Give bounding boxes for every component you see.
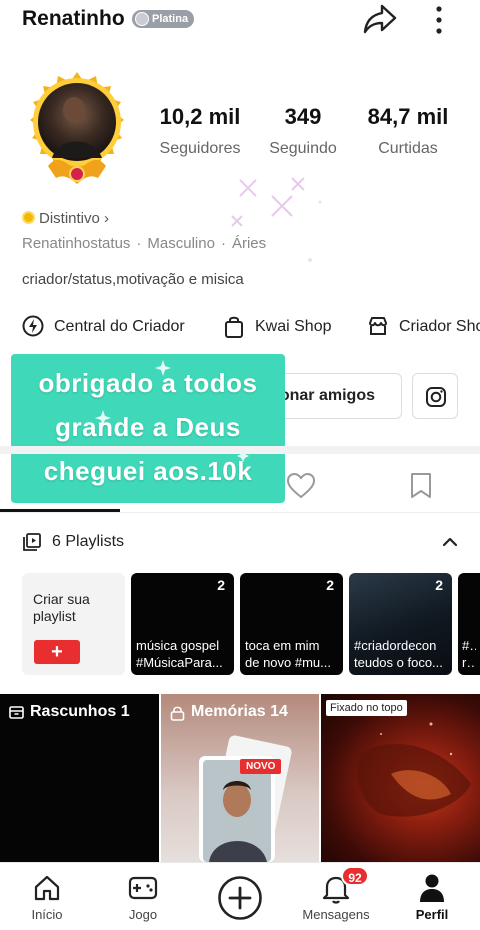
profile-handle: Renatinhostatus xyxy=(22,235,131,252)
chevron-up-icon[interactable] xyxy=(441,533,459,551)
top-bar: Renatinho Platina xyxy=(0,0,480,40)
nav-label: Jogo xyxy=(128,907,158,922)
nav-game[interactable]: Jogo xyxy=(103,863,183,930)
username: Renatinho xyxy=(22,7,125,30)
active-tab-indicator xyxy=(0,509,120,512)
add-friends-button[interactable]: onar amigos xyxy=(268,373,402,419)
playlist-title: toca em mim de novo #mu... xyxy=(245,637,339,671)
badge-icon xyxy=(22,211,35,224)
nav-profile[interactable]: Perfil xyxy=(392,863,472,930)
instagram-button[interactable] xyxy=(412,373,458,419)
playlist-title: #criadordecon teudos o foco... xyxy=(354,637,448,671)
profile-meta: Renatinhostatus · Masculino · Áries xyxy=(22,235,266,252)
profile-gender: Masculino xyxy=(147,235,215,252)
gamepad-icon xyxy=(128,876,158,900)
new-tag: NOVO xyxy=(240,759,282,774)
stat-followers[interactable]: 10,2 mil Seguidores xyxy=(150,104,250,158)
memories-cell[interactable]: Memórias 14 xyxy=(161,694,319,862)
playlist-title-line: #criadordecon xyxy=(354,638,437,653)
level-badge-label: Platina xyxy=(152,13,189,25)
playlist-video-count: 2 xyxy=(217,577,225,593)
section-divider xyxy=(0,446,480,454)
drafts-label: Rascunhos 1 xyxy=(30,703,130,720)
create-playlist-card[interactable]: Criar sua playlist + xyxy=(22,573,125,675)
distintivo-link[interactable]: Distintivo › xyxy=(22,210,109,227)
level-badge[interactable]: Platina xyxy=(132,10,195,28)
followers-label: Seguidores xyxy=(159,140,241,157)
playlist-title-line: toca em mim xyxy=(245,638,320,653)
nav-label: Perfil xyxy=(415,907,449,922)
playlist-title-line: de novo #mu... xyxy=(245,655,331,670)
shortcut-label: Kwai Shop xyxy=(255,318,332,335)
following-label: Seguindo xyxy=(269,140,337,157)
level-badge-icon xyxy=(135,12,149,26)
playlist-title-line: música gospel xyxy=(136,638,220,653)
stat-following[interactable]: 349 Seguindo xyxy=(262,104,344,158)
playlist-title-line: rilh xyxy=(462,655,476,670)
notification-badge: 92 xyxy=(341,866,369,886)
shortcut-row: Central do Criador Kwai Shop Criador Sho xyxy=(0,313,480,341)
chevron-right-icon: › xyxy=(104,210,110,227)
playlist-title-line: #MúsicaPara... xyxy=(136,655,223,670)
playlist-title-line: teudos o foco... xyxy=(354,655,443,670)
bookmark-icon[interactable] xyxy=(409,472,433,500)
avatar[interactable] xyxy=(18,70,136,194)
shopping-bag-icon xyxy=(225,316,243,338)
more-vertical-icon[interactable] xyxy=(428,4,450,36)
playlist-card[interactable]: 2 toca em mim de novo #mu... xyxy=(240,573,343,675)
playlists-header[interactable]: 6 Playlists xyxy=(0,525,480,559)
shortcut-kwai-shop[interactable]: Kwai Shop xyxy=(223,313,343,341)
playlist-video-count: 2 xyxy=(435,577,443,593)
likes-label: Curtidas xyxy=(378,140,438,157)
stat-likes[interactable]: 84,7 mil Curtidas xyxy=(358,104,458,158)
nav-label: Mensagens xyxy=(302,907,370,922)
drafts-box-icon xyxy=(9,706,24,719)
bottom-nav: Início Jogo Mensagens Perfil xyxy=(0,862,480,930)
playlist-title: música gospel #MúsicaPara... xyxy=(136,637,230,671)
plus-circle-icon xyxy=(218,876,262,920)
create-playlist-button[interactable]: + xyxy=(34,640,80,664)
playlist-video-count: 2 xyxy=(326,577,334,593)
pinned-video-cell[interactable]: Fixado no topo xyxy=(321,694,480,862)
create-playlist-label: Criar sua playlist xyxy=(33,591,90,624)
playlist-card[interactable]: 2 #criadordecon teudos o foco... xyxy=(349,573,452,675)
drafts-cell[interactable]: Rascunhos 1 xyxy=(0,694,159,862)
heart-icon[interactable] xyxy=(286,472,316,500)
share-arrow-icon[interactable] xyxy=(362,2,398,36)
following-count: 349 xyxy=(284,104,322,129)
nav-home[interactable]: Início xyxy=(7,863,87,930)
nav-create[interactable] xyxy=(200,863,280,930)
meta-separator: · xyxy=(136,235,142,252)
likes-count: 84,7 mil xyxy=(367,104,449,129)
video-thumbnail xyxy=(357,722,471,817)
playlist-card[interactable]: 2 música gospel #MúsicaPara... xyxy=(131,573,234,675)
playlist-card[interactable]: #A rilh xyxy=(458,573,480,675)
playlist-title-line: #A xyxy=(462,638,476,653)
shortcut-label: Central do Criador xyxy=(54,318,185,335)
avatar-frame-icon xyxy=(30,72,124,184)
profile-sign: Áries xyxy=(231,235,267,252)
lock-icon xyxy=(170,706,185,721)
playlist-title: #A rilh xyxy=(462,637,476,671)
store-icon xyxy=(369,317,387,335)
distintivo-label: Distintivo xyxy=(39,210,100,227)
profile-stats: 10,2 mil Seguidores 349 Seguindo 84,7 mi… xyxy=(150,104,480,164)
shortcut-creator-center[interactable]: Central do Criador xyxy=(22,313,192,341)
memories-label: Memórias 14 xyxy=(191,703,288,720)
shortcut-creator-shop[interactable]: Criador Sho xyxy=(367,313,480,341)
playlists-count: 6 Playlists xyxy=(52,533,125,550)
person-icon xyxy=(420,874,444,902)
followers-count: 10,2 mil xyxy=(159,104,241,129)
meta-separator: · xyxy=(220,235,226,252)
content-tabs xyxy=(0,455,480,513)
home-icon xyxy=(34,875,60,901)
playlist-icon xyxy=(23,533,41,551)
shortcut-label: Criador Sho xyxy=(399,318,480,335)
lightning-icon xyxy=(22,315,44,337)
sparkle-decoration-icon xyxy=(231,177,322,262)
memory-photo-thumbnail xyxy=(199,735,292,862)
nav-label: Início xyxy=(31,907,63,922)
profile-bio: criador/status,motivação e misica xyxy=(22,271,244,288)
instagram-icon xyxy=(426,387,446,407)
